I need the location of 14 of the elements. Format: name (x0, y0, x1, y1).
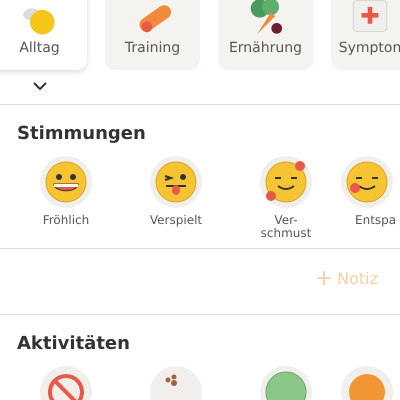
mood-label: Verspielt (150, 214, 202, 229)
emoji-icon[interactable] (40, 156, 92, 208)
mood-label: Fröhlich (42, 214, 90, 229)
category-tab[interactable]: Alltag (0, 0, 87, 70)
category-tab[interactable]: Training (105, 0, 200, 70)
category-tab[interactable]: Ernährung (218, 0, 313, 70)
category-tab[interactable]: Sympton (331, 0, 400, 70)
mood-label: Ver- schmust (260, 214, 312, 240)
section-title: Stimmungen (16, 122, 147, 144)
emoji-icon[interactable] (150, 156, 202, 208)
chevron-down-icon[interactable] (33, 82, 47, 90)
section-title: Aktivitäten (16, 332, 131, 354)
emoji-icon[interactable] (260, 156, 312, 208)
mood-label: Entspa (355, 214, 396, 229)
